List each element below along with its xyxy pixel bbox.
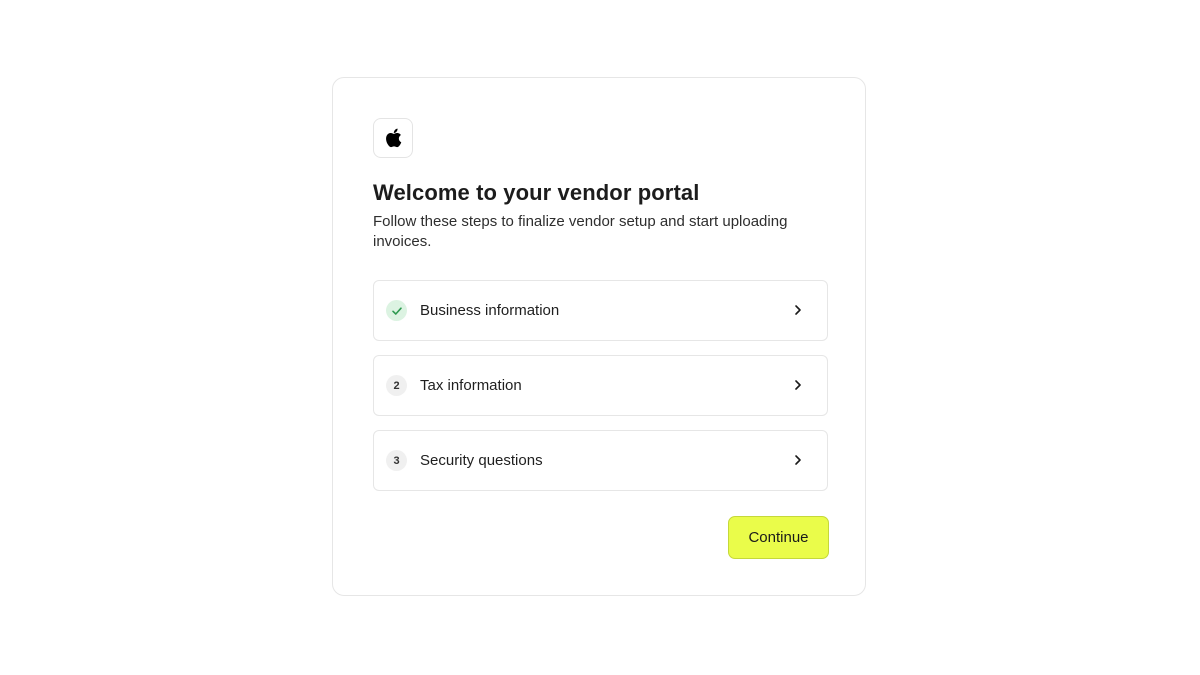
step-label: Tax information [420, 377, 522, 394]
vendor-onboarding-card: Welcome to your vendor portal Follow the… [332, 77, 866, 596]
step-label: Security questions [420, 452, 543, 469]
page-title: Welcome to your vendor portal [373, 180, 700, 205]
step-tax-information[interactable]: 2 Tax information [373, 355, 828, 416]
chevron-right-icon [791, 378, 805, 392]
step-complete-badge [386, 300, 407, 321]
step-security-questions[interactable]: 3 Security questions [373, 430, 828, 491]
chevron-right-icon [791, 453, 805, 467]
continue-button[interactable]: Continue [728, 516, 829, 559]
chevron-right-icon [791, 303, 805, 317]
company-logo [373, 118, 413, 158]
step-business-information[interactable]: Business information [373, 280, 828, 341]
check-icon [391, 306, 402, 315]
setup-steps-list: Business information 2 Tax information 3… [373, 280, 828, 505]
step-number-badge: 3 [386, 450, 407, 471]
page-subtitle: Follow these steps to finalize vendor se… [373, 213, 788, 250]
apple-logo-icon [386, 128, 402, 148]
step-number-badge: 2 [386, 375, 407, 396]
step-label: Business information [420, 302, 560, 319]
